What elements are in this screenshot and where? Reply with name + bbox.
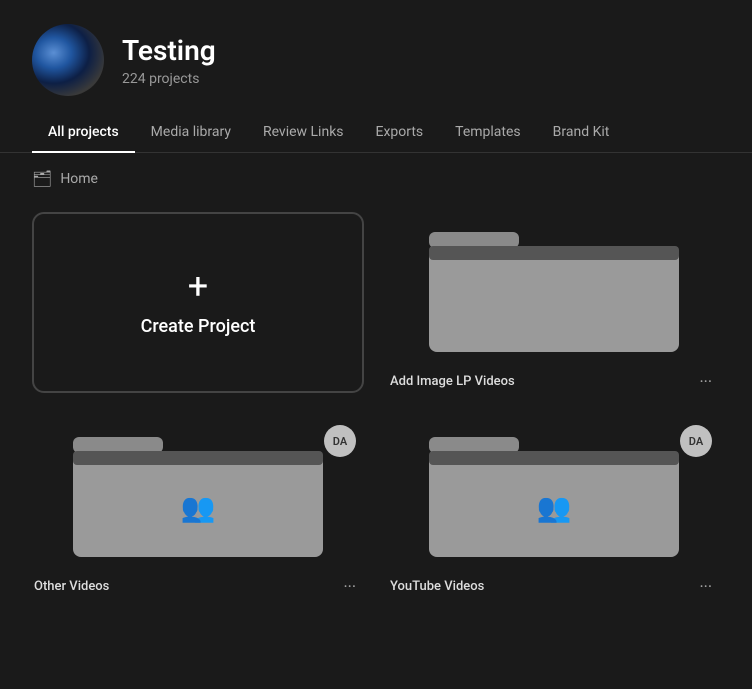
tab-exports[interactable]: Exports xyxy=(360,112,440,152)
folder-other-videos[interactable]: 👥 DA Other Videos ··· xyxy=(32,417,364,598)
projects-grid: + Create Project Add Image LP Videos ··· xyxy=(0,204,752,630)
folder-visual xyxy=(388,212,720,362)
folder-icon: 👥 xyxy=(388,417,720,567)
folder-user-avatar: DA xyxy=(680,425,712,457)
workspace-name: Testing xyxy=(122,34,216,67)
tab-review-links[interactable]: Review Links xyxy=(247,112,360,152)
workspace-header: Testing 224 projects xyxy=(0,0,752,112)
folder-more-button[interactable]: ··· xyxy=(693,370,718,393)
svg-text:👥: 👥 xyxy=(181,492,216,524)
folder-icon xyxy=(388,212,720,362)
create-project-label: Create Project xyxy=(141,316,256,337)
workspace-info: Testing 224 projects xyxy=(122,34,216,87)
folder-footer: YouTube Videos ··· xyxy=(388,575,720,598)
tab-brand-kit[interactable]: Brand Kit xyxy=(537,112,626,152)
folder-add-image-lp[interactable]: Add Image LP Videos ··· xyxy=(388,212,720,393)
folder-shape: 👥 DA xyxy=(388,417,720,567)
folder-footer: Add Image LP Videos ··· xyxy=(388,370,720,393)
tab-all-projects[interactable]: All projects xyxy=(32,112,135,152)
folder-name: Other Videos xyxy=(34,579,109,594)
create-project-card[interactable]: + Create Project xyxy=(32,212,364,393)
folder-more-button[interactable]: ··· xyxy=(693,575,718,598)
main-nav: All projects Media library Review Links … xyxy=(0,112,752,153)
home-folder-icon: 🗂 xyxy=(32,169,52,188)
breadcrumb: 🗂 Home xyxy=(0,153,752,204)
folder-shape xyxy=(388,212,720,362)
plus-icon: + xyxy=(188,268,208,304)
folder-footer: Other Videos ··· xyxy=(32,575,364,598)
tab-templates[interactable]: Templates xyxy=(439,112,537,152)
folder-name: YouTube Videos xyxy=(390,579,484,594)
project-count: 224 projects xyxy=(122,71,216,87)
tab-media-library[interactable]: Media library xyxy=(135,112,247,152)
svg-text:👥: 👥 xyxy=(537,492,572,524)
breadcrumb-label[interactable]: Home xyxy=(60,171,98,187)
folder-visual: 👥 DA xyxy=(32,417,364,567)
folder-shape: 👥 DA xyxy=(32,417,364,567)
folder-more-button[interactable]: ··· xyxy=(337,575,362,598)
folder-visual: 👥 DA xyxy=(388,417,720,567)
folder-user-avatar: DA xyxy=(324,425,356,457)
workspace-avatar xyxy=(32,24,104,96)
folder-icon: 👥 xyxy=(32,417,364,567)
folder-youtube-videos[interactable]: 👥 DA YouTube Videos ··· xyxy=(388,417,720,598)
folder-name: Add Image LP Videos xyxy=(390,374,515,389)
